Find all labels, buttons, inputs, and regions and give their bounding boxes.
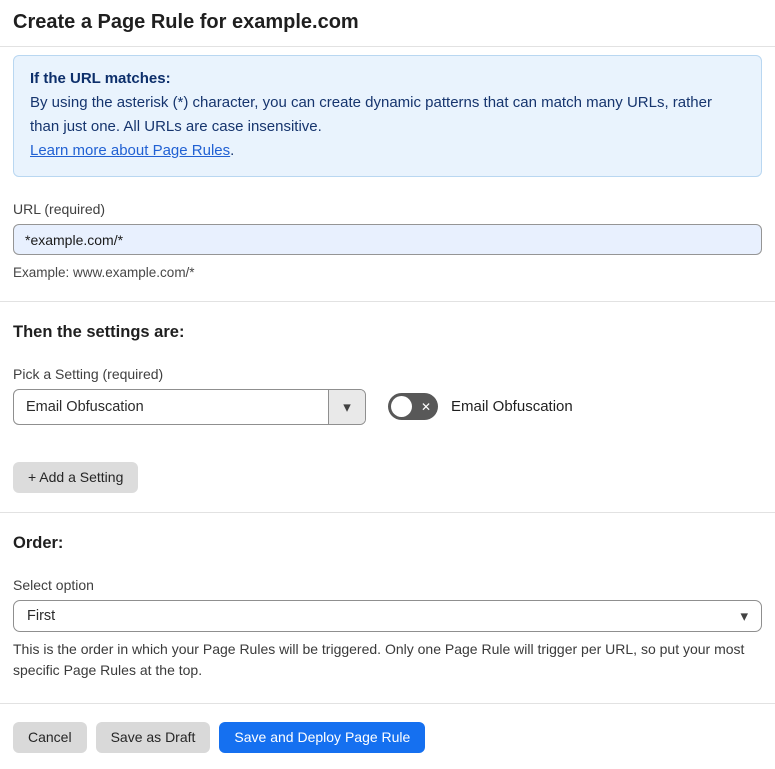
link-suffix: .	[230, 142, 235, 159]
order-select[interactable]: First ▾	[13, 599, 762, 632]
settings-section-heading: Then the settings are:	[13, 322, 185, 341]
page-rule-form: Create a Page Rule for example.com If th…	[0, 0, 775, 753]
email-obfuscation-toggle[interactable]: ✕	[388, 393, 438, 421]
toggle-off-x-icon: ✕	[420, 399, 431, 414]
chevron-down-icon: ▾	[740, 607, 748, 625]
title-divider	[0, 46, 775, 47]
setting-select-value: Email Obfuscation	[26, 398, 144, 415]
pick-setting-label: Pick a Setting (required)	[13, 365, 164, 382]
save-and-deploy-button[interactable]: Save and Deploy Page Rule	[219, 721, 426, 753]
url-matches-info-box: If the URL matches: By using the asteris…	[13, 55, 762, 177]
order-helper-text: This is the order in which your Page Rul…	[13, 640, 745, 679]
footer-divider	[0, 702, 775, 704]
learn-more-link[interactable]: Learn more about Page Rules	[30, 142, 230, 159]
toggle-knob	[391, 396, 412, 418]
order-section-heading: Order:	[13, 533, 64, 552]
setting-select-arrow-button[interactable]: ▾	[328, 389, 365, 424]
order-select-value: First	[27, 607, 56, 624]
email-obfuscation-toggle-group: ✕ Email Obfuscation	[388, 393, 573, 421]
page-title: Create a Page Rule for example.com	[13, 11, 359, 33]
footer-spacer	[13, 682, 762, 703]
setting-row: Email Obfuscation ▾ ✕ Email Obfuscation	[13, 388, 762, 425]
chevron-down-icon: ▾	[343, 398, 351, 416]
cancel-button[interactable]: Cancel	[13, 721, 87, 753]
url-input[interactable]	[13, 224, 762, 255]
settings-section-divider	[0, 511, 775, 513]
setting-select[interactable]: Email Obfuscation ▾	[13, 388, 366, 425]
toggle-label: Email Obfuscation	[451, 398, 573, 416]
url-example-helper: Example: www.example.com/*	[13, 265, 195, 280]
order-select-label: Select option	[13, 576, 94, 593]
info-box-link-line: Learn more about Page Rules.	[30, 139, 745, 163]
url-field-label: URL (required)	[13, 201, 106, 217]
url-section-divider	[0, 300, 775, 302]
info-box-heading: If the URL matches:	[30, 70, 171, 87]
add-setting-button[interactable]: + Add a Setting	[13, 461, 139, 493]
save-as-draft-button[interactable]: Save as Draft	[95, 721, 211, 753]
info-box-body: By using the asterisk (*) character, you…	[30, 94, 712, 135]
footer-actions: Cancel Save as Draft Save and Deploy Pag…	[13, 721, 762, 753]
